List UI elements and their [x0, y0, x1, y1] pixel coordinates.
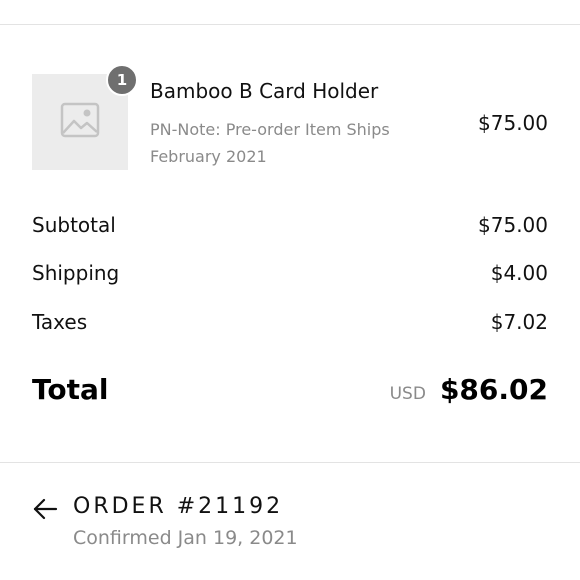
product-note: PN-Note: Pre-order Item Ships February 2… [150, 120, 390, 166]
currency-code: USD [389, 384, 426, 404]
taxes-label: Taxes [32, 310, 88, 334]
total-amount: $86.02 [439, 373, 548, 406]
subtotal-value: $75.00 [478, 213, 548, 237]
shipping-row: Shipping $4.00 [32, 261, 548, 285]
total-value-group: USD $86.02 [390, 373, 548, 406]
order-number: ORDER #21192 [73, 494, 284, 519]
image-placeholder-icon [60, 100, 100, 144]
product-title: Bamboo B Card Holder [150, 79, 379, 103]
subtotal-label: Subtotal [32, 213, 116, 237]
taxes-row: Taxes $7.02 [32, 310, 548, 334]
section-divider [0, 462, 580, 463]
arrow-left-icon[interactable] [32, 498, 58, 520]
shipping-label: Shipping [32, 261, 120, 285]
product-price: $75.00 [478, 111, 548, 135]
top-divider [0, 24, 580, 25]
subtotal-row: Subtotal $75.00 [32, 213, 548, 237]
order-status: Confirmed Jan 19, 2021 [73, 527, 298, 549]
total-label: Total [32, 373, 109, 406]
taxes-value: $7.02 [490, 310, 548, 334]
shipping-value: $4.00 [490, 261, 548, 285]
quantity-badge: 1 [106, 64, 138, 96]
